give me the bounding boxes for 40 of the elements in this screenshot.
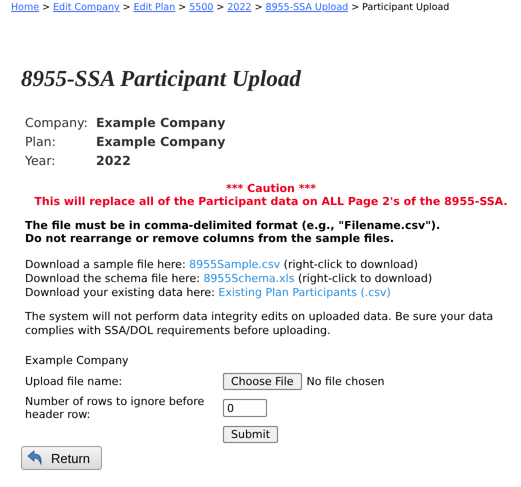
choose-file-button[interactable]: Choose File [223,373,302,390]
company-name: Example Company [25,354,130,368]
info-value: Example Company [96,134,226,149]
format-note: Do not rearrange or remove columns from the sample files. [25,232,396,245]
rows-input[interactable]: 0 [223,399,267,417]
format-note: The file must be in comma-delimited format (e.g., "Filename.csv"). [25,219,442,232]
breadcrumb-separator: > [216,2,224,13]
info-label: Company: [25,115,89,130]
breadcrumb-link[interactable]: 5500 [189,2,214,13]
page-title: 8955-SSA Participant Upload [21,66,302,92]
breadcrumb-separator: > [178,2,186,13]
breadcrumb-link[interactable]: 2022 [227,2,252,13]
download-line: Download your existing data here: Existing Plan Participants (.csv) [25,286,392,300]
upload-label: Upload file name: [25,374,124,388]
breadcrumb-link[interactable]: 8955-SSA Upload [266,2,348,13]
download-link[interactable]: 8955Schema.xls [203,272,294,285]
download-link[interactable]: 8955Sample.csv [189,258,280,271]
back-arrow-icon [27,450,43,466]
info-label: Plan: [25,134,57,149]
download-line: Download a sample file here: 8955Sample.csv (right-click to download) [25,258,419,272]
breadcrumb-separator: > [254,2,263,13]
caution-heading: *** Caution *** [226,182,316,195]
breadcrumb-link[interactable]: Edit Plan [134,2,176,13]
breadcrumb-separator: > [42,2,50,13]
breadcrumb-current: Participant Upload [362,2,450,13]
info-value: 2022 [96,153,132,168]
submit-button[interactable]: Submit [223,426,278,443]
breadcrumb-separator: > [351,2,360,13]
breadcrumb-link[interactable]: Home [11,2,40,13]
download-link[interactable]: Existing Plan Participants (.csv) [218,286,391,299]
info-value: Example Company [96,115,226,130]
caution-message: This will replace all of the Participant data on ALL Page 2's of the 8955-SSA. [34,195,508,208]
download-line: Download the schema file here: 8955Schema.xls (right-click to download) [25,272,434,286]
file-status: No file chosen [306,375,384,388]
return-button[interactable]: Return [21,446,102,470]
integrity-note: The system will not perform data integrity edits on uploaded data. Be sure your data complies with SSA/DOL requirements before uploading. [25,310,494,338]
breadcrumb-separator: > [122,2,131,13]
rows-label: Number of rows to ignore before header row: [25,395,206,421]
info-label: Year: [25,153,56,168]
breadcrumb-link[interactable]: Edit Company [53,2,120,13]
